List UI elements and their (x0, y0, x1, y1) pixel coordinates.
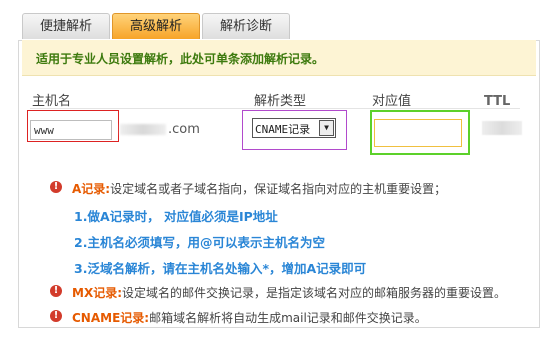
ttl-input[interactable] (482, 121, 522, 135)
redacted-domain (120, 124, 166, 135)
tab-advanced-resolve[interactable]: 高级解析 (112, 13, 200, 39)
cname-record-keyword: CNAME记录: (72, 311, 150, 325)
record-type-label: 解析类型 (254, 94, 307, 109)
a-record-tip-3: 3.泛域名解析，请在主机名处输入*，增加A记录即可 (74, 261, 367, 276)
mx-record-keyword: MX记录: (72, 286, 122, 300)
cname-record-text: 邮箱域名解析将自动生成mail记录和邮件交换记录。 (149, 311, 427, 325)
a-record-text: 设定域名或者子域名指向，保证域名指向对应的主机重要设置； (110, 182, 447, 196)
host-input[interactable] (30, 120, 112, 140)
a-record-note: A记录:设定域名或者子域名指向，保证域名指向对应的主机重要设置； (72, 180, 446, 197)
tab-bar: 便捷解析 高级解析 解析诊断 (22, 13, 290, 40)
ttl-label: TTL (484, 94, 511, 109)
record-type-select[interactable]: CNAME记录 ▼ (252, 118, 336, 138)
tab-quick-resolve[interactable]: 便捷解析 (22, 13, 110, 39)
tab-resolve-diagnosis[interactable]: 解析诊断 (202, 13, 290, 39)
cname-record-note: CNAME记录:邮箱域名解析将自动生成mail记录和邮件交换记录。 (72, 309, 427, 326)
warning-icon: ! (50, 181, 62, 193)
label-divider (30, 108, 520, 109)
warning-icon: ! (50, 285, 62, 297)
a-record-keyword: A记录: (72, 182, 111, 196)
dropdown-arrow-icon[interactable]: ▼ (319, 120, 334, 136)
host-label: 主机名 (32, 94, 72, 109)
warning-icon: ! (50, 310, 62, 322)
record-value-label: 对应值 (372, 94, 412, 109)
info-banner: 适用于专业人员设置解析，此处可单条添加解析记录。 (22, 40, 536, 76)
mx-record-note: MX记录:设定域名的邮件交换记录，是指定该域名对应的邮箱服务器的重要设置。 (72, 284, 506, 301)
a-record-tip-2: 2.主机名必须填写，用@可以表示主机名为空 (74, 235, 325, 250)
record-value-input[interactable] (374, 119, 462, 147)
domain-suffix: .com (168, 122, 200, 137)
a-record-tip-1: 1.做A记录时， 对应值必须是IP地址 (74, 209, 278, 224)
record-type-selected: CNAME记录 (255, 123, 311, 136)
mx-record-text: 设定域名的邮件交换记录，是指定该域名对应的邮箱服务器的重要设置。 (122, 286, 507, 300)
